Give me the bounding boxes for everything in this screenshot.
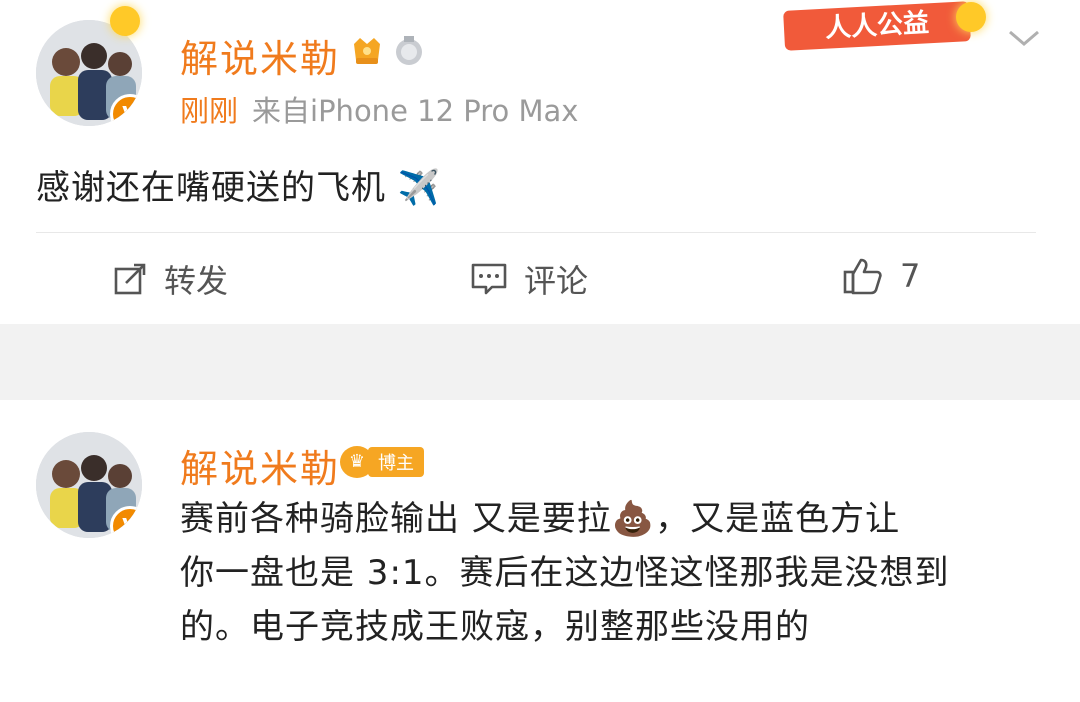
post-text-content: 感谢还在嘴硬送的飞机: [36, 168, 386, 208]
silver-medal-icon: [396, 36, 422, 65]
thumbs-up-icon: [843, 258, 882, 295]
comment-text-line: 你一盘也是 3:1。赛后在这边怪这怪那我是没想到: [180, 553, 950, 593]
post-meta: 刚刚 来自iPhone 12 Pro Max: [180, 88, 578, 130]
avatar[interactable]: V: [36, 432, 142, 538]
screen: V 解说米勒 刚刚 来自iPhone 12 Pro Max 人人公益 感谢还在嘴硬…: [0, 0, 1080, 702]
gold-medal-icon: [354, 38, 380, 64]
username[interactable]: 解说米勒: [180, 28, 340, 83]
comment-text: 赛前各种骑脸输出 又是要拉💩，又是蓝色方让 你一盘也是 3:1。赛后在这边怪这怪…: [180, 492, 1060, 654]
comment-text-line: 赛前各种骑脸输出 又是要拉💩，又是蓝色方让: [180, 499, 901, 539]
repost-label: 转发: [164, 262, 229, 300]
post-time: 刚刚: [180, 94, 239, 128]
repost-button[interactable]: 转发: [112, 256, 228, 302]
blogger-badge: ♛ 博主: [340, 446, 424, 478]
like-button[interactable]: 7: [842, 256, 920, 296]
blogger-badge-label: 博主: [368, 447, 424, 477]
comment-label: 评论: [524, 262, 589, 300]
username[interactable]: 解说米勒: [180, 438, 340, 493]
like-count: 7: [900, 257, 921, 295]
chevron-down-icon[interactable]: [1004, 26, 1044, 50]
charity-badge[interactable]: 人人公益: [783, 1, 971, 51]
sun-decoration-icon: [110, 6, 140, 36]
comment-text-line: 的。电子竞技成王败寇，别整那些没用的: [180, 607, 810, 647]
weibo-post-card: V 解说米勒 刚刚 来自iPhone 12 Pro Max 人人公益 感谢还在嘴硬…: [0, 0, 1080, 324]
airplane-emoji-icon: ✈️: [397, 168, 442, 208]
weibo-comment-card: V 解说米勒 ♛ 博主 赛前各种骑脸输出 又是要拉💩，又是蓝色方让 你一盘也是 …: [0, 400, 1080, 702]
comment-button[interactable]: 评论: [470, 256, 588, 302]
post-source: 来自iPhone 12 Pro Max: [252, 94, 579, 128]
repost-icon: [114, 263, 146, 295]
divider: [36, 232, 1036, 233]
comment-icon: [471, 263, 507, 295]
sun-decoration-icon: [956, 2, 986, 32]
post-text: 感谢还在嘴硬送的飞机 ✈️: [36, 160, 441, 209]
